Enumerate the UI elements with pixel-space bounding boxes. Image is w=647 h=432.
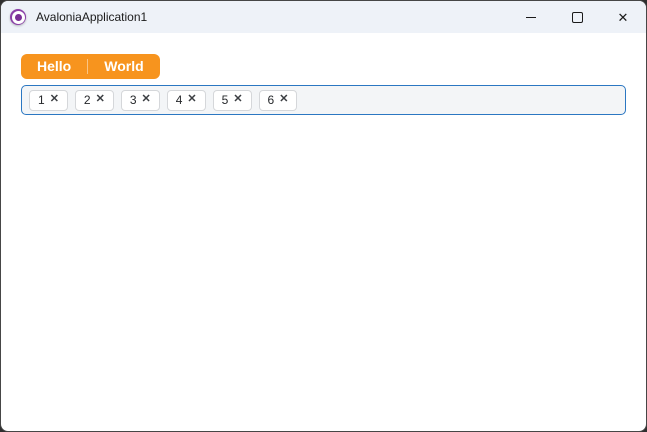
chip-5[interactable]: 5 ✕ (212, 89, 252, 111)
chip-remove-button[interactable]: ✕ (233, 94, 242, 105)
chip-remove-button[interactable]: ✕ (96, 94, 105, 105)
chip-1[interactable]: 1 ✕ (29, 89, 68, 111)
close-icon: ✕ (617, 9, 629, 25)
chip-6[interactable]: 6 ✕ (258, 89, 298, 111)
chip-label: 5 (221, 92, 229, 107)
tab-hello[interactable]: Hello (21, 54, 87, 79)
chip-remove-button[interactable]: ✕ (50, 94, 59, 105)
minimize-icon (526, 16, 536, 18)
chip-3[interactable]: 3 ✕ (120, 89, 160, 111)
chip-2[interactable]: 2 ✕ (74, 89, 114, 111)
tab-strip: Hello World (21, 54, 160, 79)
chip-input-box[interactable]: 1 ✕ 2 ✕ 3 ✕ 4 ✕ 5 ✕ 6 ✕ (21, 85, 626, 115)
minimize-button[interactable] (508, 1, 554, 33)
avalonia-logo-icon (10, 9, 26, 25)
window-title: AvaloniaApplication1 (36, 10, 148, 24)
chip-remove-button[interactable]: ✕ (279, 94, 288, 105)
avalonia-logo-ring (11, 10, 25, 24)
chip-label: 6 (267, 92, 275, 107)
chip-4[interactable]: 4 ✕ (166, 89, 206, 111)
chip-remove-button[interactable]: ✕ (187, 94, 196, 105)
tab-world[interactable]: World (88, 54, 159, 79)
maximize-icon (571, 11, 583, 23)
content-area: Hello World 1 ✕ 2 ✕ 3 ✕ 4 ✕ 5 ✕ 6 ✕ (1, 33, 646, 115)
app-window: AvaloniaApplication1 ✕ Hello World 1 ✕ 2… (0, 0, 647, 432)
window-controls: ✕ (508, 1, 646, 33)
titlebar-drag-region[interactable]: AvaloniaApplication1 ✕ (1, 1, 646, 33)
chip-remove-button[interactable]: ✕ (142, 94, 151, 105)
chip-label: 3 (129, 92, 137, 107)
maximize-button[interactable] (554, 1, 600, 33)
chip-label: 2 (83, 92, 91, 107)
chip-label: 1 (38, 92, 45, 107)
chip-label: 4 (175, 92, 183, 107)
close-button[interactable]: ✕ (600, 1, 646, 33)
